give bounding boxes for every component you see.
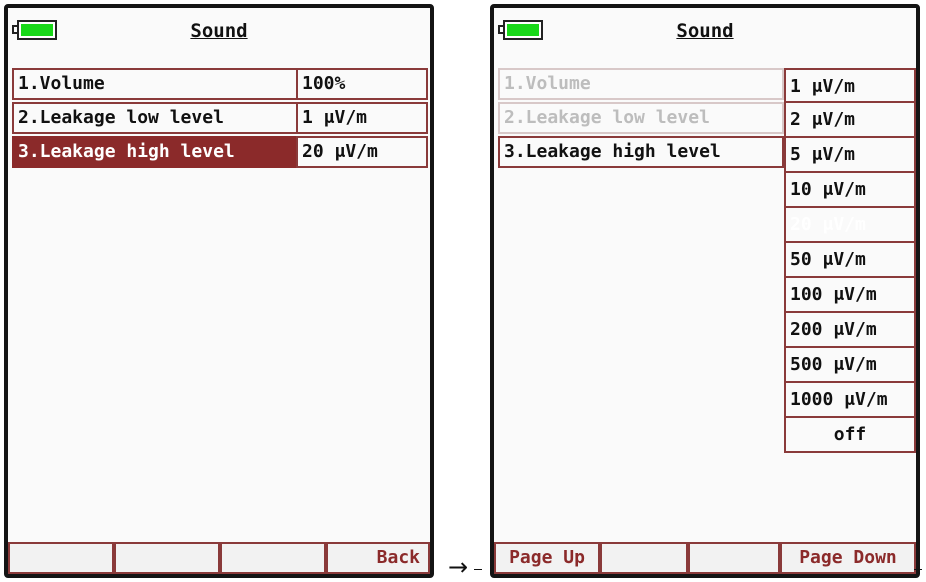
option-5[interactable]: 5 μV/m: [784, 138, 916, 173]
page-up-button[interactable]: Page Up: [494, 542, 600, 574]
divider: [914, 569, 922, 570]
menu-item-label: 3.Leakage high level: [18, 141, 235, 162]
menu-item-leakage-low: 2.Leakage low level: [498, 102, 784, 134]
value-text: 20 μV/m: [302, 141, 378, 162]
menu-item-volume: 1.Volume: [498, 68, 784, 100]
option-500[interactable]: 500 μV/m: [784, 348, 916, 383]
option-2[interactable]: 2 μV/m: [784, 103, 916, 138]
option-off[interactable]: off: [784, 418, 916, 453]
menu-item-label: 1.Volume: [18, 73, 105, 94]
page-title: Sound: [676, 20, 734, 42]
softkey-bar: Page Up Page Down: [494, 542, 916, 574]
softkey-2[interactable]: [600, 542, 688, 574]
option-20-selected[interactable]: 20 μV/m: [784, 208, 916, 243]
divider: [474, 569, 482, 570]
leakage-high-value[interactable]: 20 μV/m: [296, 136, 428, 168]
value-text: 100%: [302, 73, 346, 94]
softkey-bar: Back: [8, 542, 430, 574]
softkey-3[interactable]: [220, 542, 326, 574]
option-50[interactable]: 50 μV/m: [784, 243, 916, 278]
softkey-3[interactable]: [688, 542, 780, 574]
back-button[interactable]: Back: [326, 542, 430, 574]
option-200[interactable]: 200 μV/m: [784, 313, 916, 348]
softkey-1[interactable]: [8, 542, 114, 574]
softkey-2[interactable]: [114, 542, 220, 574]
value-text: 1 μV/m: [302, 107, 368, 128]
menu-item-leakage-high[interactable]: 3.Leakage high level: [12, 136, 298, 168]
page-title: Sound: [190, 20, 248, 42]
menu-item-label: 1.Volume: [504, 73, 591, 94]
menu-item-label: 2.Leakage low level: [504, 107, 710, 128]
header: Sound: [494, 8, 916, 54]
option-10[interactable]: 10 μV/m: [784, 173, 916, 208]
leakage-low-value[interactable]: 1 μV/m: [296, 102, 428, 134]
header: Sound: [8, 8, 430, 54]
arrow-right-icon: →: [448, 553, 469, 581]
option-1[interactable]: 1 μV/m: [784, 68, 916, 103]
menu-item-leakage-low[interactable]: 2.Leakage low level: [12, 102, 298, 134]
volume-value[interactable]: 100%: [296, 68, 428, 100]
device-screen-1: Sound 1.Volume 100% 2.Leakage low level …: [4, 4, 434, 578]
page-down-button[interactable]: Page Down: [780, 542, 916, 574]
menu-item-volume[interactable]: 1.Volume: [12, 68, 298, 100]
menu-item-label: 2.Leakage low level: [18, 107, 224, 128]
menu-item-leakage-high[interactable]: 3.Leakage high level: [498, 136, 784, 168]
option-100[interactable]: 100 μV/m: [784, 278, 916, 313]
option-1000[interactable]: 1000 μV/m: [784, 383, 916, 418]
device-screen-2: Sound 1.Volume 2.Leakage low level 3.Lea…: [490, 4, 920, 578]
menu-item-label: 3.Leakage high level: [504, 141, 721, 162]
